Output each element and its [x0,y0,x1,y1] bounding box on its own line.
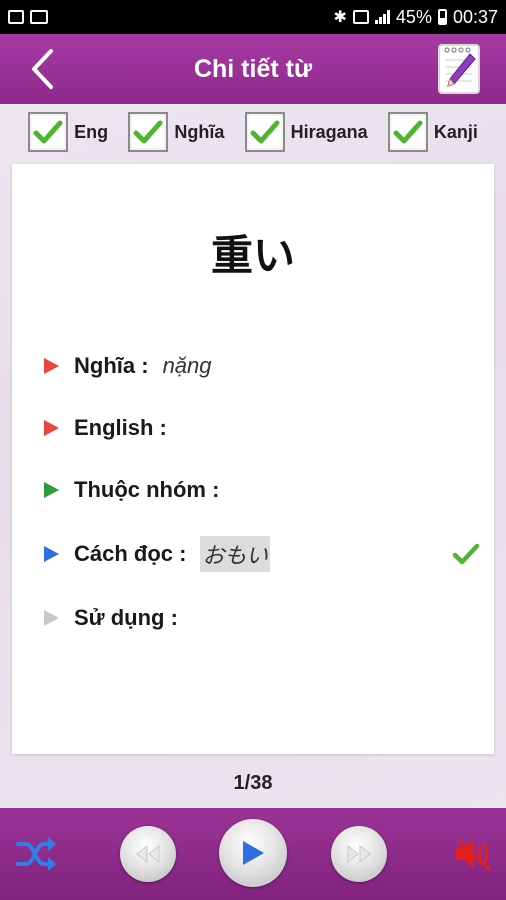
group-label: Thuộc nhóm : [74,477,220,502]
filter-label-hiragana: Hiragana [290,121,368,142]
battery-icon [437,9,447,25]
mute-button[interactable] [454,836,494,872]
row-group: Thuộc nhóm : [42,472,233,508]
usage-label: Sử dụng : [74,605,178,630]
row-reading: Cách đọc : おもい [42,536,271,572]
filter-label-kanji: Kanji [433,121,478,142]
play-button[interactable] [219,819,287,887]
reading-label: Cách đọc : [74,541,187,566]
back-button[interactable] [22,46,62,92]
row-english: English : [42,410,181,446]
filter-hiragana[interactable]: Hiragana [244,112,368,152]
display-filters: Eng Nghĩa Hiragana Kanji [0,104,506,160]
reading-value: おもい [200,536,271,572]
status-bar: ✱ 45% 00:37 [0,0,506,34]
rewind-button[interactable] [120,826,176,882]
image-icon [8,10,24,24]
page-counter: 1/38 [233,772,273,794]
fast-forward-icon [347,845,371,863]
app-header: Chi tiết từ [0,34,506,104]
notepad-pencil-icon [444,47,476,87]
english-label: English : [74,415,167,440]
nfc-icon [352,10,369,24]
clock: 00:37 [452,6,498,27]
bullet-triangle-icon [44,420,59,436]
checkbox-eng[interactable] [28,112,69,152]
checkbox-nghia[interactable] [128,112,169,152]
row-usage: Sử dụng : [42,600,192,636]
bullet-triangle-icon [44,610,59,626]
meaning-value: nặng [162,353,212,378]
back-chevron-icon [32,49,53,89]
check-icon [393,120,423,144]
battery-percent: 45% [395,6,432,27]
status-right: ✱ 45% 00:37 [334,7,498,28]
filter-kanji[interactable]: Kanji [387,112,478,152]
signal-icon [374,10,390,24]
check-icon [133,120,163,144]
checkbox-kanji[interactable] [387,112,428,152]
word-kanji: 重い [210,231,295,280]
checkbox-hiragana[interactable] [244,112,285,152]
meaning-label: Nghĩa : [74,353,149,378]
filter-eng[interactable]: Eng [28,112,108,152]
speaker-muted-icon [456,838,492,872]
bluetooth-icon: ✱ [333,9,347,26]
filter-nghia[interactable]: Nghĩa [128,112,224,152]
check-icon [33,120,63,144]
reading-check-icon [452,543,480,565]
bullet-triangle-icon [44,546,59,562]
shuffle-button[interactable] [14,832,58,876]
filter-label-eng: Eng [74,121,109,142]
play-icon [243,841,264,865]
row-meaning: Nghĩa : nặng [42,348,212,384]
shuffle-icon [16,837,56,871]
page-title: Chi tiết từ [193,54,313,83]
bullet-triangle-icon [44,482,59,498]
check-icon [250,120,280,144]
fast-forward-button[interactable] [331,826,387,882]
bullet-triangle-icon [44,358,59,374]
mail-icon [30,10,48,24]
filter-label-nghia: Nghĩa [174,121,225,142]
playback-bar [0,808,506,900]
rewind-icon [136,845,160,863]
status-left [8,10,48,24]
notepad-button[interactable] [438,44,480,94]
